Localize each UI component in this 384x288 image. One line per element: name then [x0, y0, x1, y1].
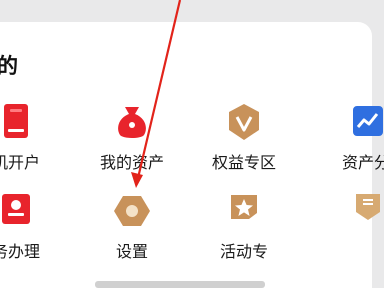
grid-item-business[interactable]: 务办理 [0, 192, 64, 262]
grid-item-label: 务办理 [0, 242, 40, 261]
money-bag-icon [118, 107, 146, 138]
home-indicator [95, 281, 265, 288]
grid-item-gold[interactable] [320, 192, 384, 262]
star-flag-icon [231, 195, 257, 219]
grid-item-label: 设置 [115, 242, 148, 261]
grid-item-benefits[interactable]: 权益专区 [196, 103, 292, 173]
grid-item-label: 我的资产 [99, 153, 164, 172]
grid-item-label: 权益专区 [211, 153, 276, 172]
grid-item-label: 活动专 [219, 242, 268, 261]
grid-item-asset-analysis[interactable]: 资产分 [320, 103, 384, 173]
grid-item-label: 资产分 [342, 153, 384, 172]
stamp-icon [2, 194, 30, 224]
settings-hexagon-icon [114, 196, 150, 226]
grid-item-activities[interactable]: 活动专 [196, 192, 292, 262]
gold-badge-icon [356, 194, 380, 220]
section-title: 的 [0, 54, 18, 78]
account-card-icon [4, 104, 28, 138]
grid-item-my-assets[interactable]: 我的资产 [84, 103, 180, 173]
grid-item-label: 机开户 [0, 153, 40, 172]
grid-item-open-account[interactable]: 机开户 [0, 103, 64, 173]
badge-v-icon [229, 104, 259, 140]
chart-trend-icon [353, 106, 383, 136]
grid-item-settings[interactable]: 设置 [84, 192, 180, 262]
